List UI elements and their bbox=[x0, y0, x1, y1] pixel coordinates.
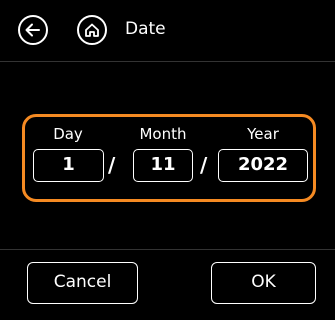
ok-button[interactable]: OK bbox=[211, 262, 316, 304]
year-field[interactable]: 2022 bbox=[218, 149, 308, 182]
footer-divider bbox=[0, 249, 335, 250]
date-separator: / bbox=[108, 153, 116, 177]
month-field[interactable]: 11 bbox=[133, 149, 193, 182]
page-title: Date bbox=[125, 19, 166, 39]
header-bar: Date bbox=[0, 0, 335, 61]
year-label: Year bbox=[247, 125, 279, 143]
header-divider bbox=[0, 61, 335, 62]
day-label: Day bbox=[53, 125, 83, 143]
cancel-button[interactable]: Cancel bbox=[27, 262, 138, 304]
back-arrow-icon bbox=[25, 23, 40, 37]
date-separator: / bbox=[200, 153, 208, 177]
home-icon bbox=[85, 23, 99, 37]
day-field[interactable]: 1 bbox=[33, 149, 104, 182]
month-label: Month bbox=[139, 125, 187, 143]
home-button[interactable] bbox=[77, 15, 107, 45]
back-button[interactable] bbox=[18, 15, 48, 45]
date-screen: Date Day Month Year 1 / 11 / 2022 Cancel… bbox=[0, 0, 335, 320]
